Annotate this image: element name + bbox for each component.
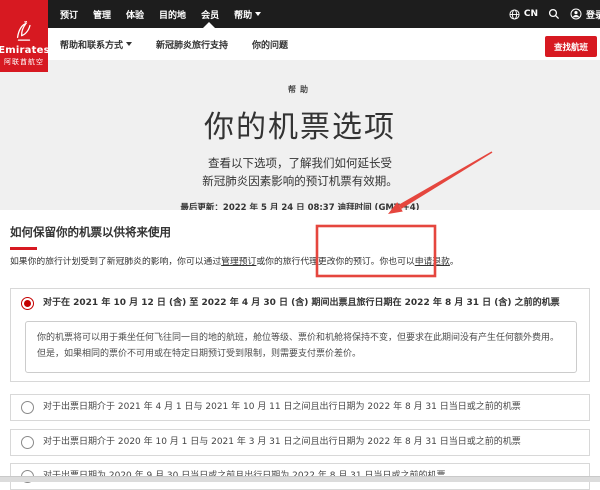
subnav-your-questions-label: 你的问题 bbox=[252, 38, 288, 51]
nav-item-help-label: 帮助 bbox=[234, 8, 252, 21]
top-nav-items: 预订 管理 体验 目的地 会员 帮助 bbox=[60, 8, 261, 21]
intro-paragraph: 如果你的旅行计划受到了新冠肺炎的影响，你可以通过管理预订或你的旅行代理更改你的预… bbox=[10, 256, 590, 269]
hero-eyebrow: 帮助 bbox=[0, 84, 600, 95]
emirates-logo[interactable]: Emirates 阿联酋航空 bbox=[0, 0, 48, 72]
nav-item-book[interactable]: 预订 bbox=[60, 8, 78, 21]
search-icon[interactable] bbox=[548, 8, 560, 20]
request-refund-link[interactable]: 申请退款 bbox=[415, 257, 450, 267]
secondary-navigation-bar: 帮助和联系方式 新冠肺炎旅行支持 你的问题 查找航班 bbox=[0, 28, 600, 60]
subnav-covid-support[interactable]: 新冠肺炎旅行支持 bbox=[156, 38, 228, 51]
radio-option-2[interactable] bbox=[21, 401, 34, 414]
radio-option-3[interactable] bbox=[21, 436, 34, 449]
intro-text-middle: 或你的旅行代理更改你的预订。你也可以 bbox=[256, 257, 414, 267]
section-title: 如何保留你的机票以供将来使用 bbox=[10, 224, 590, 240]
nav-item-experience[interactable]: 体验 bbox=[126, 8, 144, 21]
page-title: 你的机票选项 bbox=[0, 102, 600, 146]
ticket-option-3[interactable]: 对于出票日期介于 2020 年 10 月 1 日与 2021 年 3 月 31 … bbox=[10, 429, 590, 456]
ticket-option-1[interactable]: 对于在 2021 年 10 月 12 日 (含) 至 2022 年 4 月 30… bbox=[10, 288, 590, 382]
active-nav-pointer bbox=[203, 22, 215, 28]
nav-item-manage[interactable]: 管理 bbox=[93, 8, 111, 21]
chevron-down-icon bbox=[126, 42, 132, 46]
ticket-options-list: 对于在 2021 年 10 月 12 日 (含) 至 2022 年 4 月 30… bbox=[10, 288, 590, 490]
login-control[interactable]: 登录 bbox=[570, 8, 600, 21]
footer-edge-bar bbox=[0, 476, 600, 482]
emirates-calligraphy-icon bbox=[13, 19, 35, 43]
login-label: 登录 bbox=[586, 8, 600, 21]
nav-item-help[interactable]: 帮助 bbox=[234, 8, 261, 21]
account-icon bbox=[570, 8, 582, 20]
intro-text-before: 如果你的旅行计划受到了新冠肺炎的影响，你可以通过 bbox=[10, 257, 221, 267]
hero-subtitle-line2: 新冠肺炎因素影响的预订机票有效期。 bbox=[0, 173, 600, 191]
brand-name-cn: 阿联酋航空 bbox=[4, 57, 44, 67]
radio-option-1-selected[interactable] bbox=[21, 297, 34, 310]
language-selector[interactable]: CN bbox=[509, 9, 538, 20]
subnav-covid-support-label: 新冠肺炎旅行支持 bbox=[156, 38, 228, 51]
main-content: 如何保留你的机票以供将来使用 如果你的旅行计划受到了新冠肺炎的影响，你可以通过管… bbox=[0, 210, 600, 490]
brand-name-en: Emirates bbox=[0, 45, 50, 56]
nav-item-destinations[interactable]: 目的地 bbox=[159, 8, 186, 21]
chevron-down-icon bbox=[255, 12, 261, 16]
option-1-detail: 你的机票将可以用于乘坐任何飞往同一目的地的航班，舱位等级、票价和机舱将保持不变，… bbox=[25, 321, 577, 373]
emirates-help-page: 预订 管理 体验 目的地 会员 帮助 CN bbox=[0, 0, 600, 482]
ticket-option-2[interactable]: 对于出票日期介于 2021 年 4 月 1 日与 2021 年 10 月 11 … bbox=[10, 394, 590, 421]
subnav-help-contact-label: 帮助和联系方式 bbox=[60, 38, 123, 51]
globe-icon bbox=[509, 9, 520, 20]
red-underline-accent bbox=[10, 247, 37, 250]
hero-subtitle-line1: 查看以下选项，了解我们如何延长受 bbox=[0, 155, 600, 173]
top-navigation-bar: 预订 管理 体验 目的地 会员 帮助 CN bbox=[0, 0, 600, 28]
option-3-label: 对于出票日期介于 2020 年 10 月 1 日与 2021 年 3 月 31 … bbox=[43, 436, 521, 449]
intro-text-after: 。 bbox=[450, 257, 459, 267]
language-code: CN bbox=[524, 9, 538, 19]
nav-item-loyalty[interactable]: 会员 bbox=[201, 8, 219, 21]
subnav-your-questions[interactable]: 你的问题 bbox=[252, 38, 288, 51]
find-flights-button[interactable]: 查找航班 bbox=[545, 36, 597, 57]
subnav-help-contact[interactable]: 帮助和联系方式 bbox=[60, 38, 132, 51]
option-1-label: 对于在 2021 年 10 月 12 日 (含) 至 2022 年 4 月 30… bbox=[43, 297, 560, 310]
option-2-label: 对于出票日期介于 2021 年 4 月 1 日与 2021 年 10 月 11 … bbox=[43, 401, 521, 414]
manage-booking-link[interactable]: 管理预订 bbox=[221, 257, 256, 267]
top-right-utilities: CN 登录 bbox=[509, 0, 600, 28]
hero-section: 帮助 你的机票选项 查看以下选项，了解我们如何延长受 新冠肺炎因素影响的预订机票… bbox=[0, 60, 600, 210]
hero-subtitle: 查看以下选项，了解我们如何延长受 新冠肺炎因素影响的预订机票有效期。 bbox=[0, 155, 600, 191]
